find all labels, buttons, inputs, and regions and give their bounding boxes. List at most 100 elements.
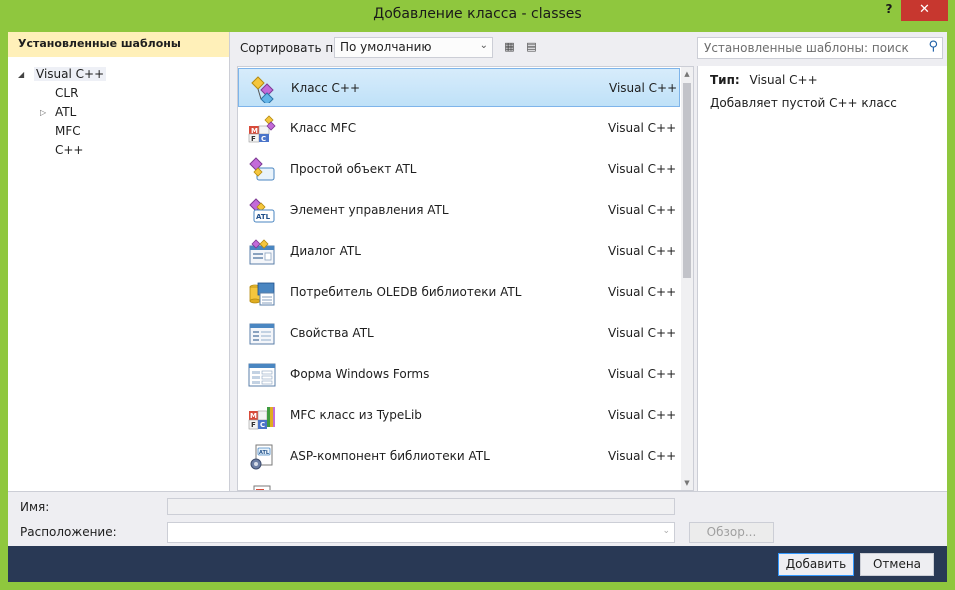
scroll-down-icon[interactable]: ▼	[681, 476, 693, 490]
tree-node-label: C++	[55, 143, 84, 157]
title-bar: Добавление класса - classes ? ✕	[0, 0, 955, 32]
small-icons-view-icon[interactable]: ▦	[502, 40, 517, 54]
installed-templates-header: Установленные шаблоны	[8, 32, 229, 57]
template-language: Visual C++	[608, 326, 677, 340]
tree-node-label: CLR	[55, 86, 79, 100]
atl-properties-icon	[249, 323, 275, 345]
svg-text:F: F	[251, 135, 256, 143]
template-language: Visual C++	[608, 121, 677, 135]
template-name: Класс MFC	[290, 121, 357, 135]
template-language: Visual C++	[608, 285, 677, 299]
sort-dropdown[interactable]: По умолчанию ⌄	[334, 37, 493, 58]
tree-node-atl[interactable]: ▷ ATL	[8, 103, 229, 122]
template-list-scrollbar[interactable]: ▲ ▼	[681, 67, 693, 490]
dialog-button-bar: Добавить Отмена	[8, 546, 947, 582]
template-language: Visual C++	[608, 367, 677, 381]
search-placeholder: Установленные шаблоны: поиск	[704, 41, 909, 55]
svg-text:M: M	[250, 412, 257, 420]
template-list: Класс C++ Visual C++ M F C Класс MFC Vis…	[237, 66, 694, 491]
template-language: Visual C++	[609, 81, 678, 95]
template-language: Visual C++	[608, 244, 677, 258]
tree-node-visual-cpp[interactable]: ◢ Visual C++	[8, 65, 229, 84]
add-button[interactable]: Добавить	[778, 553, 854, 576]
template-row-mfc-class[interactable]: M F C Класс MFC Visual C++	[238, 109, 680, 148]
window-title: Добавление класса - classes	[373, 6, 582, 22]
template-row-atl-simple-object[interactable]: Простой объект ATL Visual C++	[238, 150, 680, 189]
scrollbar-thumb[interactable]	[683, 83, 691, 278]
tree-node-label: ATL	[55, 105, 77, 119]
browse-button[interactable]: Обзор...	[689, 522, 774, 543]
template-row-cpp-class[interactable]: Класс C++ Visual C++	[238, 68, 680, 107]
cancel-button[interactable]: Отмена	[860, 553, 934, 576]
atl-control-icon: ATL	[249, 198, 275, 223]
tree-node-mfc[interactable]: MFC	[8, 122, 229, 141]
template-tree: ◢ Visual C++ CLR ▷ ATL MFC C++	[8, 57, 229, 160]
location-label: Расположение:	[20, 525, 117, 539]
template-language: Visual C++	[608, 408, 677, 422]
chevron-down-icon[interactable]: ⌄	[662, 526, 670, 536]
tree-node-label: Visual C++	[34, 67, 107, 81]
template-row-partial	[238, 478, 680, 490]
installed-templates-panel: Установленные шаблоны ◢ Visual C++ CLR ▷…	[8, 32, 230, 491]
template-language: Visual C++	[608, 203, 677, 217]
template-row-atl-dialog[interactable]: Диалог ATL Visual C++	[238, 232, 680, 271]
template-toolbar: Сортировать по: По умолчанию ⌄ ▦ ▤ Устан…	[230, 32, 947, 63]
template-type-line: Тип: Visual C++	[710, 73, 935, 87]
sort-label: Сортировать по:	[240, 41, 345, 55]
windows-form-icon	[248, 363, 276, 387]
cpp-class-icon	[251, 76, 274, 103]
tree-node-clr[interactable]: CLR	[8, 84, 229, 103]
chevron-down-icon: ⌄	[479, 40, 488, 51]
template-row-windows-form[interactable]: Форма Windows Forms Visual C++	[238, 355, 680, 394]
template-name: Класс C++	[291, 81, 361, 95]
svg-text:M: M	[251, 127, 258, 135]
template-name: Элемент управления ATL	[290, 203, 449, 217]
close-button[interactable]: ✕	[901, 0, 948, 21]
mfc-class-icon: M F C	[248, 115, 276, 143]
atl-simple-object-icon	[249, 157, 275, 181]
template-language: Visual C++	[608, 162, 677, 176]
template-row-atl-control[interactable]: ATL Элемент управления ATL Visual C++	[238, 191, 680, 230]
atl-dialog-icon	[249, 239, 275, 265]
location-combobox[interactable]: ⌄	[167, 522, 675, 543]
template-row-oledb-consumer[interactable]: Потребитель OLEDB библиотеки ATL Visual …	[238, 273, 680, 312]
template-language: Visual C++	[608, 449, 677, 463]
name-input[interactable]	[167, 498, 675, 515]
template-name: ASP-компонент библиотеки ATL	[290, 449, 490, 463]
svg-text:ATL: ATL	[259, 450, 270, 456]
type-value: Visual C++	[749, 73, 818, 87]
template-name: Простой объект ATL	[290, 162, 417, 176]
expanded-arrow-icon[interactable]: ◢	[18, 65, 24, 84]
search-icon[interactable]: ⚲	[928, 39, 938, 54]
tree-node-label: MFC	[55, 124, 81, 138]
svg-text:F: F	[251, 421, 256, 429]
template-name: Свойства ATL	[290, 326, 374, 340]
template-name: Диалог ATL	[290, 244, 361, 258]
class-form: Имя: Расположение: ⌄ Обзор...	[8, 491, 947, 546]
svg-text:C: C	[260, 421, 265, 429]
template-row-mfc-typelib[interactable]: M F C MFC класс из TypeLib Visual C++	[238, 396, 680, 435]
document-icon	[253, 485, 271, 490]
svg-text:ATL: ATL	[256, 213, 271, 221]
template-name: MFC класс из TypeLib	[290, 408, 422, 422]
name-label: Имя:	[20, 500, 50, 514]
svg-text:C: C	[261, 135, 266, 143]
medium-icons-view-icon[interactable]: ▤	[524, 40, 539, 54]
oledb-consumer-icon	[249, 282, 275, 306]
template-name: Форма Windows Forms	[290, 367, 430, 381]
template-row-asp-component[interactable]: ATL ASP-компонент библиотеки ATL Visual …	[238, 437, 680, 476]
mfc-typelib-icon: M F C	[248, 407, 275, 430]
collapsed-arrow-icon[interactable]: ▷	[40, 103, 46, 122]
scroll-up-icon[interactable]: ▲	[681, 67, 693, 81]
asp-component-icon: ATL	[250, 444, 273, 470]
template-search-input[interactable]: Установленные шаблоны: поиск ⚲	[697, 37, 943, 59]
sort-value: По умолчанию	[340, 40, 432, 54]
template-name: Потребитель OLEDB библиотеки ATL	[290, 285, 522, 299]
template-details-panel: Тип: Visual C++ Добавляет пустой C++ кла…	[697, 66, 947, 491]
type-label: Тип:	[710, 73, 740, 87]
tree-node-cpp[interactable]: C++	[8, 141, 229, 160]
dialog-body: Установленные шаблоны ◢ Visual C++ CLR ▷…	[8, 32, 947, 582]
template-row-atl-properties[interactable]: Свойства ATL Visual C++	[238, 314, 680, 353]
template-description: Добавляет пустой C++ класс	[710, 96, 897, 110]
help-button[interactable]: ?	[880, 2, 898, 22]
